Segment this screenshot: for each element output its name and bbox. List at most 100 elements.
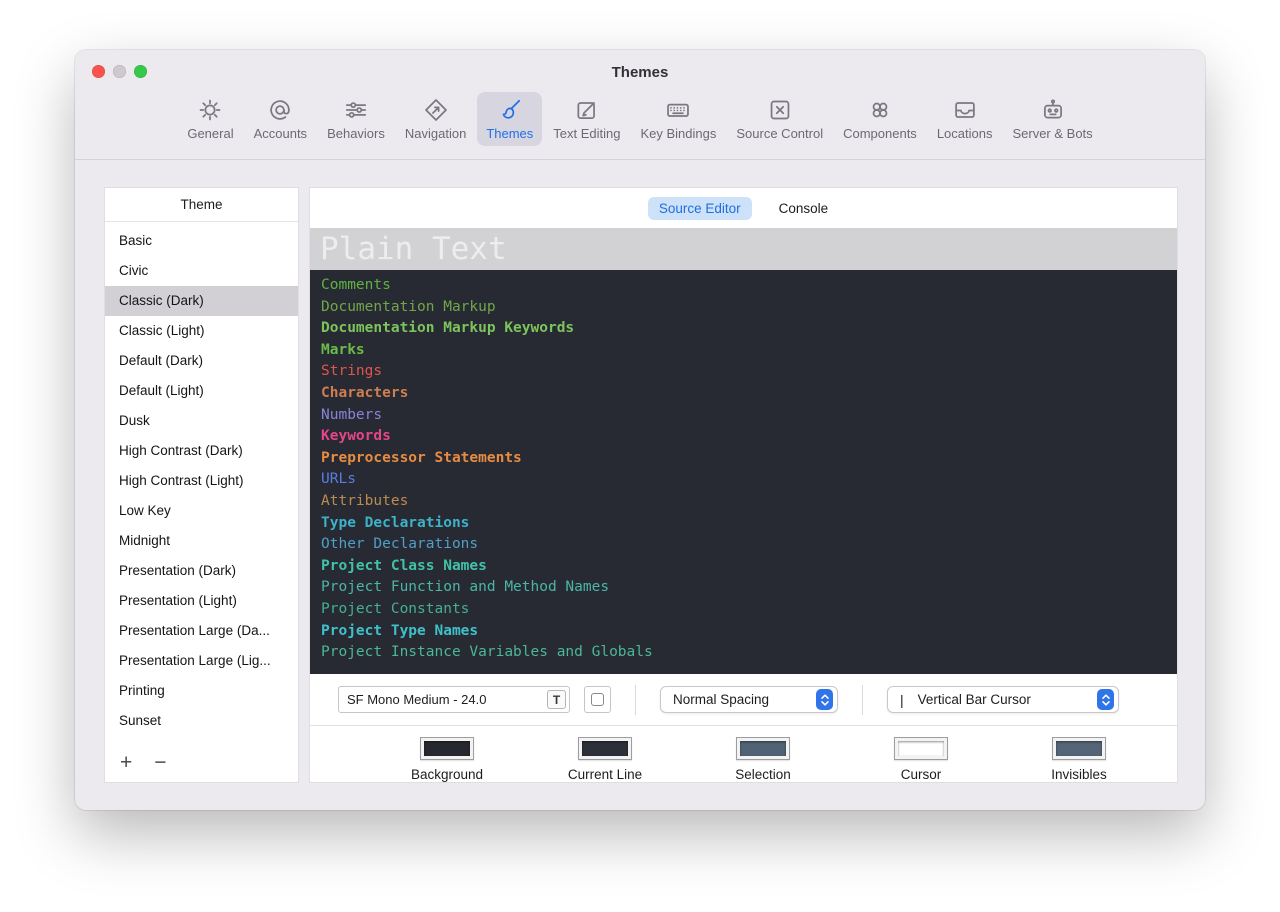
paintbrush-icon (497, 95, 523, 124)
color-well-current-line[interactable] (578, 737, 632, 760)
syntax-category-urls[interactable]: URLs (321, 469, 1177, 491)
content-area: Theme Basic Civic Classic (Dark) Classic (L… (75, 160, 1205, 810)
syntax-category-project-function-and-method-names[interactable]: Project Function and Method Names (321, 577, 1177, 599)
theme-item-sunset[interactable]: Sunset (105, 706, 298, 736)
toolbar-tab-behaviors[interactable]: Behaviors (318, 92, 394, 146)
theme-item-basic[interactable]: Basic (105, 226, 298, 256)
syntax-category-characters[interactable]: Characters (321, 383, 1177, 405)
theme-item-presentation-large-da[interactable]: Presentation Large (Da... (105, 616, 298, 646)
toolbar-tab-components[interactable]: Components (834, 92, 926, 146)
syntax-category-strings[interactable]: Strings (321, 361, 1177, 383)
sliders-icon (343, 95, 369, 124)
preferences-toolbar: General Accounts Behaviors Navigation Themes… (75, 92, 1205, 160)
syntax-category-documentation-markup[interactable]: Documentation Markup (321, 297, 1177, 319)
theme-item-civic[interactable]: Civic (105, 256, 298, 286)
theme-item-low-key[interactable]: Low Key (105, 496, 298, 526)
syntax-category-other-declarations[interactable]: Other Declarations (321, 534, 1177, 556)
theme-item-classic-dark[interactable]: Classic (Dark) (105, 286, 298, 316)
toolbar-tab-general[interactable]: General (178, 92, 242, 146)
theme-item-high-contrast-light[interactable]: High Contrast (Light) (105, 466, 298, 496)
at-icon (267, 95, 293, 124)
tab-console[interactable]: Console (768, 197, 840, 220)
toolbar-tab-label: Components (843, 126, 917, 141)
toolbar-tab-label: Locations (936, 126, 993, 141)
line-spacing-popup[interactable]: Normal Spacing (660, 686, 838, 713)
syntax-category-marks[interactable]: Marks (321, 340, 1177, 362)
theme-item-presentation-large-lig[interactable]: Presentation Large (Lig... (105, 646, 298, 676)
swatch-invisibles: Invisibles (1000, 737, 1158, 782)
color-well-selection[interactable] (736, 737, 790, 760)
color-well-fill (582, 741, 628, 756)
theme-item-dusk[interactable]: Dusk (105, 406, 298, 436)
add-theme-button[interactable]: + (120, 752, 132, 773)
close-button[interactable] (92, 65, 105, 78)
toolbar-tab-label: Key Bindings (640, 126, 717, 141)
toolbar-tab-locations[interactable]: Locations (928, 92, 1002, 146)
editor-tab-bar: Source Editor Console (310, 188, 1177, 228)
cursor-style-popup[interactable]: | Vertical Bar Cursor (887, 686, 1119, 713)
theme-list: Basic Civic Classic (Dark) Classic (Light) D… (105, 222, 298, 736)
syntax-category-documentation-markup-keywords[interactable]: Documentation Markup Keywords (321, 318, 1177, 340)
pencil-square-icon (574, 95, 600, 124)
toolbar-tab-server-bots[interactable]: Server & Bots (1003, 92, 1101, 146)
syntax-category-project-type-names[interactable]: Project Type Names (321, 621, 1177, 643)
toolbar-tab-themes[interactable]: Themes (477, 92, 543, 146)
box-icon (591, 693, 604, 706)
syntax-category-list: Comments Documentation Markup Documentatio… (310, 270, 1177, 674)
syntax-category-comments[interactable]: Comments (321, 275, 1177, 297)
syntax-category-type-declarations[interactable]: Type Declarations (321, 513, 1177, 535)
toolbar-tab-navigation[interactable]: Navigation (396, 92, 475, 146)
theme-item-classic-light[interactable]: Classic (Light) (105, 316, 298, 346)
swatch-background: Background (368, 737, 526, 782)
color-well-fill (424, 741, 470, 756)
syntax-category-project-constants[interactable]: Project Constants (321, 599, 1177, 621)
desktop: Themes General Accounts Behaviors Navigatio… (0, 0, 1280, 912)
toolbar-tab-accounts[interactable]: Accounts (245, 92, 316, 146)
toolbar-tab-label: Source Control (736, 126, 824, 141)
syntax-category-project-instance-variables-and-globals[interactable]: Project Instance Variables and Globals (321, 642, 1177, 664)
swatch-current-line: Current Line (526, 737, 684, 782)
theme-item-presentation-light[interactable]: Presentation (Light) (105, 586, 298, 616)
tab-source-editor[interactable]: Source Editor (647, 196, 752, 220)
window-title: Themes (611, 64, 669, 81)
remove-theme-button[interactable]: − (154, 752, 166, 773)
toolbar-tab-source-control[interactable]: Source Control (727, 92, 832, 146)
plain-text-sample: Plain Text (310, 228, 1177, 270)
components-icon (867, 95, 893, 124)
font-picker-button[interactable]: T (547, 690, 566, 709)
syntax-category-attributes[interactable]: Attributes (321, 491, 1177, 513)
zoom-button[interactable] (134, 65, 147, 78)
divider (862, 684, 863, 715)
theme-item-high-contrast-dark[interactable]: High Contrast (Dark) (105, 436, 298, 466)
gear-icon (197, 95, 223, 124)
vertical-bar-icon: | (900, 691, 904, 708)
color-well-cursor[interactable] (894, 737, 948, 760)
theme-item-printing[interactable]: Printing (105, 676, 298, 706)
swatch-label: Background (410, 767, 484, 782)
divider (635, 684, 636, 715)
minimize-button[interactable] (113, 65, 126, 78)
syntax-category-project-class-names[interactable]: Project Class Names (321, 556, 1177, 578)
toolbar-tab-label: Themes (486, 126, 534, 141)
character-options-button[interactable] (584, 686, 611, 713)
syntax-category-numbers[interactable]: Numbers (321, 405, 1177, 427)
color-well-invisibles[interactable] (1052, 737, 1106, 760)
keyboard-icon (665, 95, 691, 124)
toolbar-tab-text-editing[interactable]: Text Editing (544, 92, 629, 146)
toolbar-tab-label: Behaviors (327, 126, 385, 141)
theme-item-default-dark[interactable]: Default (Dark) (105, 346, 298, 376)
toolbar-tab-label: Accounts (253, 126, 308, 141)
theme-item-default-light[interactable]: Default (Light) (105, 376, 298, 406)
theme-item-presentation-dark[interactable]: Presentation (Dark) (105, 556, 298, 586)
stepper-icon (816, 689, 833, 710)
syntax-category-keywords[interactable]: Keywords (321, 426, 1177, 448)
swatch-label: Invisibles (1051, 767, 1107, 782)
theme-item-midnight[interactable]: Midnight (105, 526, 298, 556)
syntax-category-preprocessor-statements[interactable]: Preprocessor Statements (321, 448, 1177, 470)
toolbar-tab-label: Navigation (404, 126, 467, 141)
theme-sidebar: Theme Basic Civic Classic (Dark) Classic (L… (105, 188, 298, 782)
toolbar-tab-key-bindings[interactable]: Key Bindings (631, 92, 725, 146)
font-field[interactable] (338, 686, 570, 713)
color-well-background[interactable] (420, 737, 474, 760)
theme-editor-panel: Source Editor Console Plain Text Comment… (310, 188, 1177, 782)
